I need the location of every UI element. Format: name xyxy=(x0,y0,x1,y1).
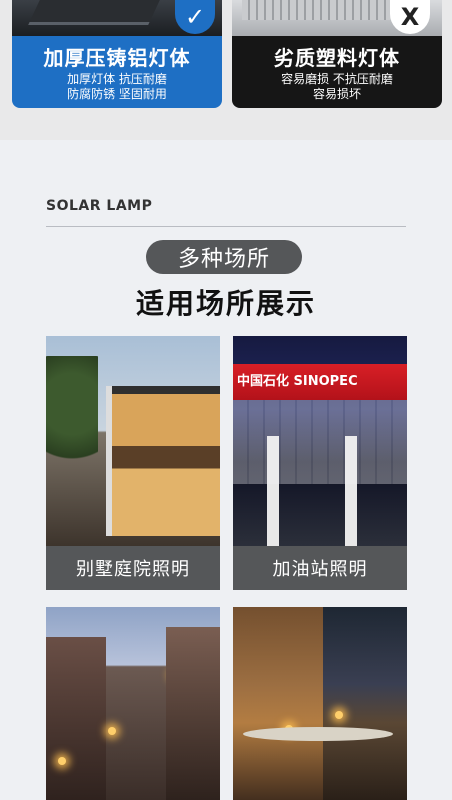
canopy-pillar xyxy=(267,436,279,546)
scene-tile-gas-station[interactable]: 中国石化 SINOPEC 加油站照明 xyxy=(233,336,407,590)
street-lamp-glow xyxy=(108,727,116,735)
section-label: SOLAR LAMP xyxy=(46,198,153,214)
scene-tile-terrace[interactable] xyxy=(233,607,407,800)
scenes-pill: 多种场所 xyxy=(146,240,302,274)
scenes-heading: 适用场所展示 xyxy=(135,287,316,320)
bad-card-line1: 容易磨损 不抗压耐磨 xyxy=(281,72,393,86)
canopy-pillar xyxy=(345,436,357,546)
bad-material-card: 劣质塑料灯体 容易磨损 不抗压耐磨 容易损坏 X xyxy=(232,0,442,108)
scene-tile-villa[interactable]: 别墅庭院照明 xyxy=(46,336,220,590)
terrace-restaurant-photo xyxy=(233,607,407,800)
scene-caption: 加油站照明 xyxy=(233,546,407,590)
table-lamp-glow xyxy=(285,725,293,733)
applicable-scenes-section: SOLAR LAMP 多种场所 适用场所展示 别墅庭院照明 中国石化 SINOP… xyxy=(0,146,452,800)
bad-card-line2: 容易损坏 xyxy=(312,87,361,101)
divider xyxy=(46,226,406,227)
table-lamp-glow xyxy=(335,711,343,719)
villa-courtyard-photo xyxy=(46,336,220,546)
good-card-line1: 加厚灯体 抗压耐磨 xyxy=(67,72,167,86)
good-card-line2: 防腐防锈 坚固耐用 xyxy=(67,87,167,101)
gas-station-photo: 中国石化 SINOPEC xyxy=(233,336,407,546)
bad-card-title: 劣质塑料灯体 xyxy=(274,46,400,70)
old-town-street-photo xyxy=(46,607,220,800)
scene-tile-street[interactable] xyxy=(46,607,220,800)
good-card-title: 加厚压铸铝灯体 xyxy=(43,46,191,70)
street-lamp-glow xyxy=(58,757,66,765)
good-material-card: 加厚压铸铝灯体 加厚灯体 抗压耐磨 防腐防锈 坚固耐用 ✓ xyxy=(12,0,222,108)
scene-caption: 别墅庭院照明 xyxy=(46,546,220,590)
sinopec-sign: 中国石化 SINOPEC xyxy=(237,374,358,389)
street-lamp-glow xyxy=(172,671,180,679)
comparison-section: 加厚压铸铝灯体 加厚灯体 抗压耐磨 防腐防锈 坚固耐用 ✓ 劣质塑料灯体 容易磨… xyxy=(0,0,452,140)
